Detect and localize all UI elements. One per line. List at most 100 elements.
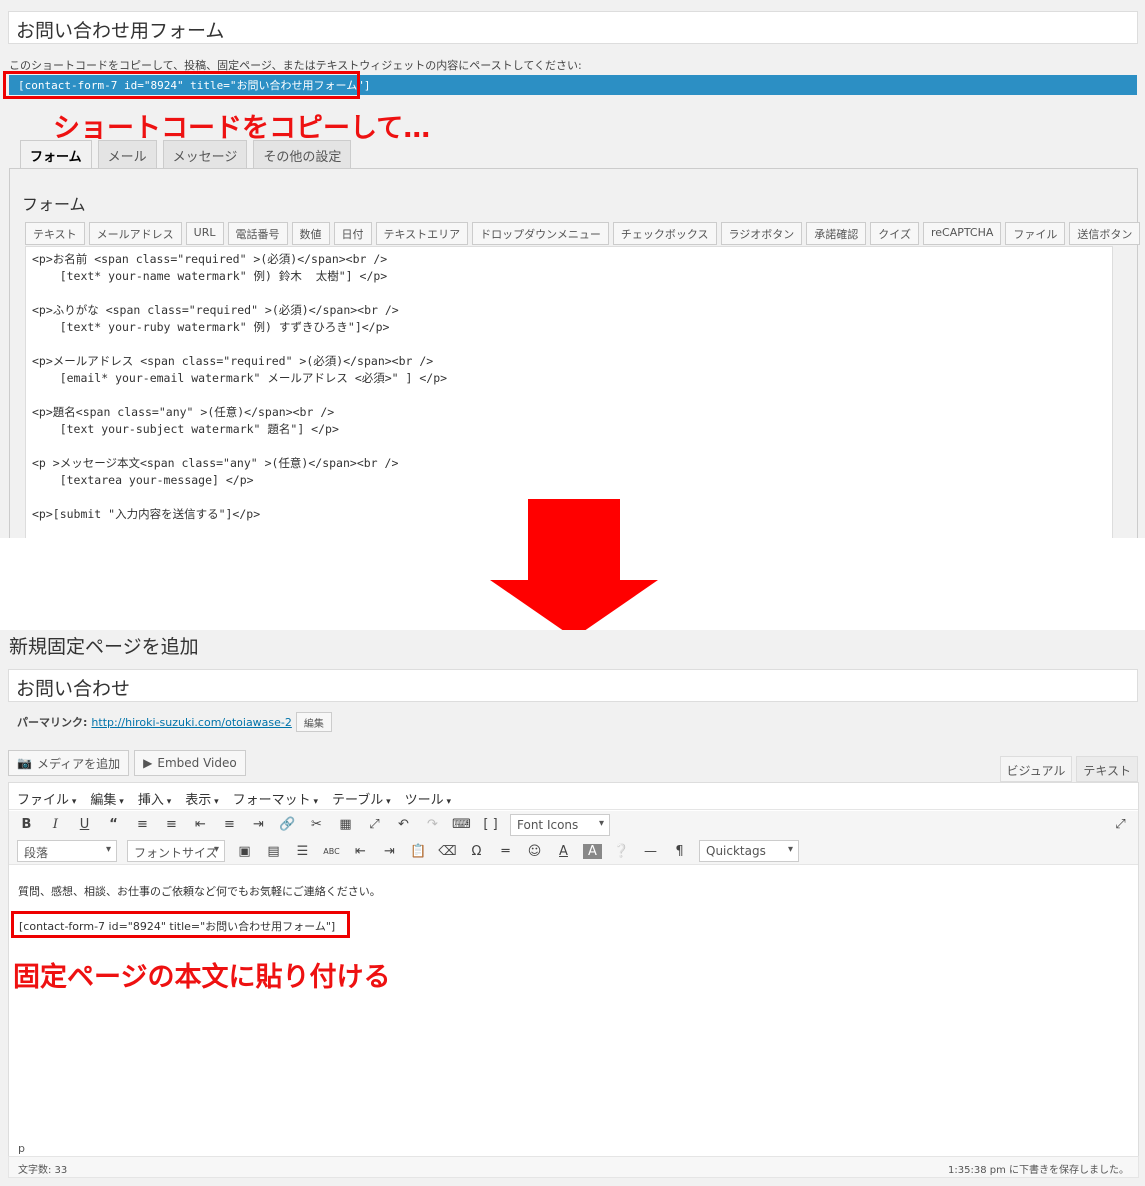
code-line: [text* your-ruby watermark" 例) すずきひろき"]<…	[32, 320, 390, 334]
contact-form-editor: お問い合わせ用フォーム このショートコードをコピーして、投稿、固定ページ、または…	[0, 0, 1145, 538]
eraser-icon[interactable]: ⌫	[438, 844, 457, 859]
italic-icon[interactable]: I	[46, 817, 65, 832]
new-page-editor: 新規固定ページを追加 お問い合わせ パーマリンク: http://hiroki-…	[0, 630, 1145, 1186]
code-line: [email* your-email watermark" メールアドレス <必…	[32, 371, 448, 385]
permalink-edit-button[interactable]: 編集	[295, 712, 332, 732]
keyboard-icon[interactable]: ⌨	[452, 817, 471, 832]
align-center-icon[interactable]: ≡	[220, 817, 239, 832]
help-icon[interactable]: ❔	[612, 844, 631, 859]
code-line: [text your-subject watermark" 題名"] </p>	[32, 422, 339, 436]
link-icon[interactable]: 🔗	[278, 817, 297, 832]
tag-button-number[interactable]: 数値	[291, 222, 330, 245]
align-right-icon[interactable]: ⇥	[249, 817, 268, 832]
tag-button-url[interactable]: URL	[185, 222, 224, 245]
underline-icon[interactable]: U	[75, 817, 94, 832]
shortcode-highlight-box	[3, 71, 360, 99]
paragraph-format-select[interactable]: 段落	[17, 840, 117, 862]
tag-button-dropdown[interactable]: ドロップダウンメニュー	[472, 222, 609, 245]
justify-icon[interactable]: ☰	[293, 844, 312, 859]
outdent-icon[interactable]: ⇤	[351, 844, 370, 859]
permalink-link[interactable]: http://hiroki-suzuki.com/otoiawase-2	[91, 716, 291, 729]
editor-menubar: ファイル 編集 挿入 表示 フォーマット テーブル ツール	[9, 783, 1138, 810]
tag-button-text[interactable]: テキスト	[25, 222, 85, 245]
page-heading: 新規固定ページを追加	[9, 636, 199, 658]
tag-button-date[interactable]: 日付	[333, 222, 372, 245]
table-icon[interactable]: ▦	[336, 817, 355, 832]
shortcode-brackets-icon[interactable]: [ ]	[481, 817, 500, 832]
tag-button-submit[interactable]: 送信ボタン	[1069, 222, 1141, 245]
play-icon: ▶	[143, 756, 153, 770]
tag-button-email[interactable]: メールアドレス	[88, 222, 182, 245]
code-line: ​	[32, 438, 1106, 455]
more-tag-icon[interactable]: ═	[496, 844, 515, 859]
tag-generator-buttons: テキスト メールアドレス URL 電話番号 数値 日付 テキストエリア ドロップ…	[25, 222, 1141, 245]
paste-icon[interactable]: 📋	[409, 844, 428, 859]
tag-button-checkbox[interactable]: チェックボックス	[612, 222, 717, 245]
video-icon[interactable]: ▤	[264, 844, 283, 859]
down-arrow-icon	[490, 499, 658, 638]
menu-edit[interactable]: 編集	[90, 789, 123, 808]
tag-button-quiz[interactable]: クイズ	[870, 222, 919, 245]
form-title-input[interactable]: お問い合わせ用フォーム	[8, 11, 1138, 44]
embed-video-label: Embed Video	[157, 756, 237, 770]
permalink-slug: otoiawase-2	[225, 715, 292, 729]
numbered-list-icon[interactable]: ≡	[162, 817, 181, 832]
text-color-icon[interactable]: A	[554, 844, 573, 859]
permalink-row: パーマリンク: http://hiroki-suzuki.com/otoiawa…	[17, 712, 332, 732]
image-icon[interactable]: ▣	[235, 844, 254, 859]
strikethrough-icon[interactable]: ABC	[322, 847, 341, 856]
menu-table[interactable]: テーブル	[332, 789, 391, 808]
tag-button-tel[interactable]: 電話番号	[227, 222, 288, 245]
redo-icon[interactable]: ↷	[423, 817, 442, 832]
unlink-icon[interactable]: ✂	[307, 817, 326, 832]
font-icons-select[interactable]: Font Icons	[510, 813, 610, 836]
tag-button-recaptcha[interactable]: reCAPTCHA	[922, 222, 1002, 245]
menu-insert[interactable]: 挿入	[138, 789, 171, 808]
menu-tools[interactable]: ツール	[405, 789, 451, 808]
code-line: ​	[32, 285, 1106, 302]
code-line: <p>ふりがな <span class="required" >(必須)</sp…	[32, 303, 399, 317]
editor-statusbar: 文字数: 33 1:35:38 pm に下書きを保存しました。	[8, 1156, 1139, 1178]
align-left-icon[interactable]: ⇤	[191, 817, 210, 832]
page-title-input[interactable]: お問い合わせ	[8, 669, 1138, 702]
menu-view[interactable]: 表示	[185, 789, 218, 808]
tag-button-textarea[interactable]: テキストエリア	[375, 222, 469, 245]
media-icon: 📷	[17, 756, 32, 770]
code-line: [text* your-name watermark" 例) 鈴木 太樹"] <…	[32, 269, 388, 283]
code-line: <p>メールアドレス <span class="required" >(必須)<…	[32, 354, 434, 368]
code-line: <p >メッセージ本文<span class="any" >(任意)</span…	[32, 456, 399, 470]
quicktags-select[interactable]: Quicktags	[699, 840, 799, 862]
fullscreen-icon[interactable]: ⤢	[365, 817, 384, 832]
copy-callout: ショートコードをコピーして…	[53, 113, 431, 144]
editor-body-text[interactable]: 質問、感想、相談、お仕事のご依頼など何でもお気軽にご連絡ください。	[18, 883, 381, 899]
code-line: ​	[32, 387, 1106, 404]
undo-icon[interactable]: ↶	[394, 817, 413, 832]
blockquote-icon[interactable]: “	[104, 817, 123, 832]
embed-video-button[interactable]: ▶ Embed Video	[134, 750, 246, 776]
editor-toolbar-row-1: B I U “ ≡ ≡ ⇤ ≡ ⇥ 🔗 ✂ ▦ ⤢ ↶ ↷ ⌨ [ ] Font…	[9, 811, 1138, 838]
tab-visual[interactable]: ビジュアル	[999, 756, 1073, 782]
element-path: p	[18, 1142, 25, 1155]
menu-file[interactable]: ファイル	[17, 789, 76, 808]
pilcrow-icon[interactable]: ¶	[670, 844, 689, 859]
tab-text[interactable]: テキスト	[1076, 756, 1138, 782]
tag-button-acceptance[interactable]: 承諾確認	[806, 222, 867, 245]
bold-icon[interactable]: B	[17, 817, 36, 832]
omega-icon[interactable]: Ω	[467, 844, 486, 859]
distraction-free-icon[interactable]: ⤢	[1111, 817, 1130, 832]
background-color-icon[interactable]: A	[583, 843, 602, 859]
add-media-button[interactable]: 📷 メディアを追加	[8, 750, 130, 776]
horizontal-rule-icon[interactable]: —	[641, 844, 660, 859]
tag-button-radio[interactable]: ラジオボタン	[720, 222, 803, 245]
emoticon-icon[interactable]: ☺	[525, 844, 544, 859]
font-size-select[interactable]: フォントサイズ	[127, 840, 225, 862]
indent-icon[interactable]: ⇥	[380, 844, 399, 859]
add-media-label: メディアを追加	[36, 756, 121, 771]
menu-format[interactable]: フォーマット	[233, 789, 318, 808]
permalink-label: パーマリンク:	[17, 716, 88, 729]
bullet-list-icon[interactable]: ≡	[133, 817, 152, 832]
form-code-editor[interactable]: <p>お名前 <span class="required" >(必須)</spa…	[25, 246, 1113, 538]
editor-mode-tabs: ビジュアル テキスト	[999, 756, 1138, 782]
tag-button-file[interactable]: ファイル	[1005, 222, 1066, 245]
code-line: ​	[32, 336, 1106, 353]
